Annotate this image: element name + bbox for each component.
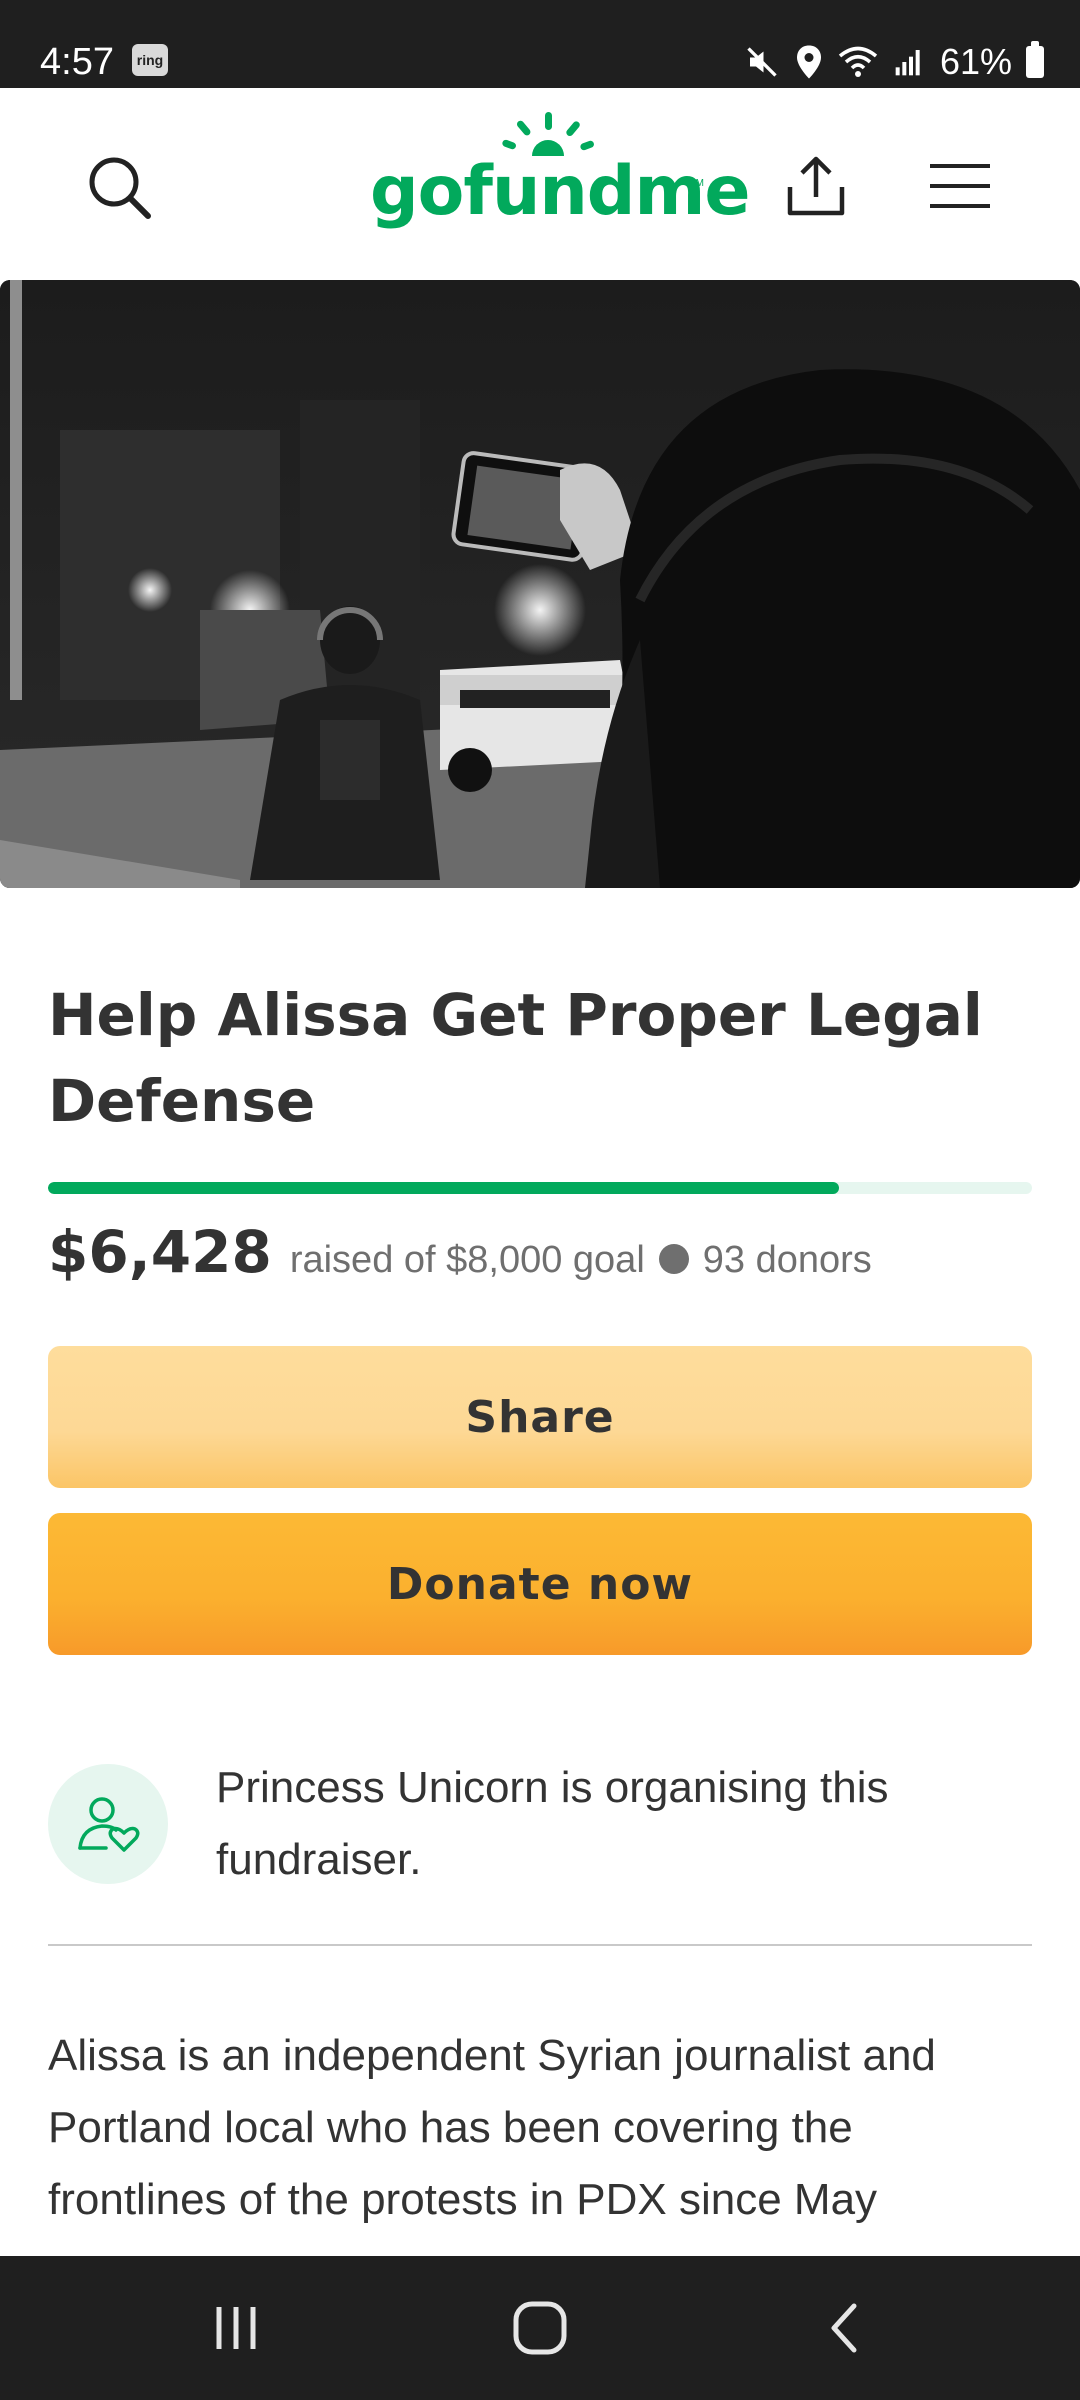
- logo-wordmark: gofundme: [370, 152, 750, 231]
- protest-photo: [0, 280, 1080, 888]
- gofundme-logo[interactable]: gofundme TM: [370, 112, 750, 252]
- separator-dot: [658, 1244, 689, 1274]
- search-icon: [89, 157, 151, 219]
- status-indicators: 61%: [744, 38, 1044, 86]
- person-heart-icon: [78, 1797, 140, 1852]
- progress-fill: [48, 1182, 839, 1194]
- organiser-avatar: [48, 1764, 168, 1884]
- search-button[interactable]: [70, 138, 170, 238]
- app-header: gofundme TM: [0, 88, 1080, 280]
- share-header-button[interactable]: [766, 136, 866, 236]
- home-button[interactable]: [480, 2278, 600, 2378]
- goal-text: raised of $8,000 goal: [289, 1239, 645, 1281]
- campaign-title: Help Alissa Get Proper Legal Defense: [48, 981, 983, 1135]
- campaign-story: Alissa is an independent Syrian journali…: [48, 2031, 936, 2224]
- organiser-text[interactable]: Princess Unicorn is organising this fund…: [216, 1752, 1016, 1896]
- wifi-icon: [838, 46, 878, 77]
- signal-icon: [895, 50, 920, 76]
- location-icon: [796, 45, 821, 79]
- fundraising-stats: $6,428 raised of $8,000 goal 93 donors: [48, 1218, 872, 1298]
- share-icon: [787, 156, 845, 216]
- donors-count[interactable]: 93 donors: [703, 1239, 872, 1282]
- menu-button[interactable]: [910, 136, 1010, 236]
- raised-amount: $6,428: [48, 1218, 272, 1286]
- home-icon: [513, 2301, 567, 2355]
- recent-apps-button[interactable]: [176, 2278, 296, 2378]
- share-button[interactable]: Share: [48, 1346, 1032, 1488]
- back-button[interactable]: [784, 2278, 904, 2378]
- logo-trademark: TM: [689, 178, 704, 189]
- campaign-hero-image[interactable]: [0, 280, 1080, 888]
- mute-icon: [747, 47, 777, 77]
- battery-percent: 61%: [939, 41, 1012, 82]
- progress-bar: [48, 1182, 1032, 1194]
- hamburger-menu-icon: [930, 164, 990, 208]
- status-bar: 4:57 ring 61%: [0, 0, 1080, 88]
- ring-app-badge: ring: [132, 44, 168, 76]
- donate-now-button[interactable]: Donate now: [48, 1513, 1032, 1655]
- status-time: 4:57: [40, 41, 114, 83]
- back-chevron-icon: [831, 2303, 857, 2353]
- system-navigation-bar: [0, 2256, 1080, 2400]
- recent-apps-icon: [216, 2307, 256, 2349]
- battery-icon: [1026, 41, 1044, 78]
- section-divider: [48, 1944, 1032, 1946]
